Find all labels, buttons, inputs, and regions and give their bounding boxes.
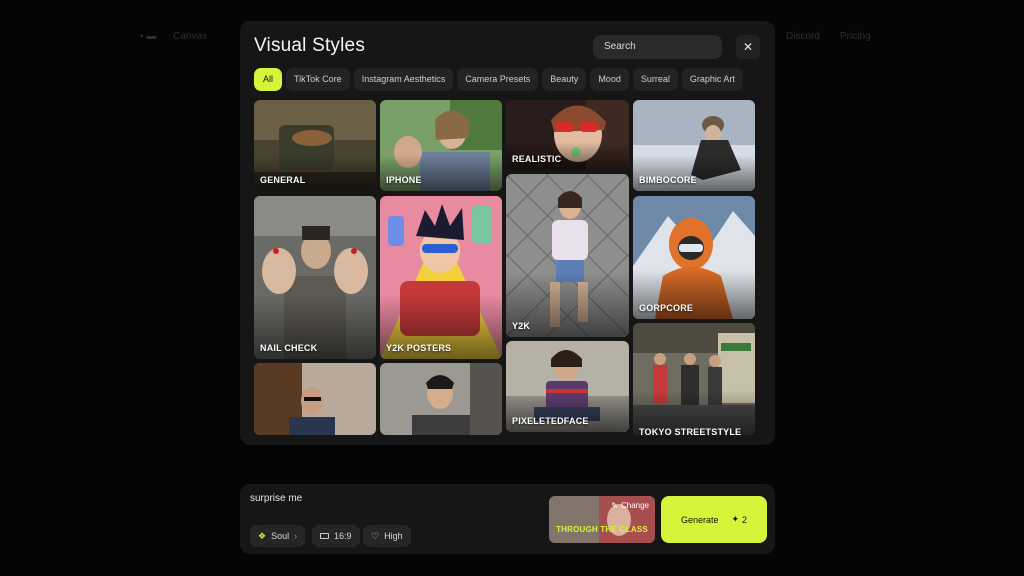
prompt-input[interactable]: surprise me	[250, 493, 302, 504]
quality-label: High	[384, 531, 403, 541]
style-card-pixeletedface[interactable]: PIXELETEDFACE	[506, 341, 629, 432]
filter-chip-surreal[interactable]: Surreal	[632, 68, 678, 91]
selected-style-thumbnail[interactable]: ✎ Change THROUGH THE GLASS	[549, 496, 655, 543]
filter-chip-camera-presets[interactable]: Camera Presets	[457, 68, 539, 91]
style-label: GENERAL	[260, 175, 306, 185]
style-card-y2k[interactable]: Y2K	[506, 174, 629, 337]
change-label: Change	[620, 501, 649, 510]
aspect-ratio-label: 16:9	[334, 531, 352, 541]
style-label: PIXELETEDFACE	[512, 416, 589, 426]
style-label: Y2K	[512, 321, 531, 331]
filter-chip-all[interactable]: All	[254, 68, 283, 91]
style-card-general[interactable]: GENERAL	[254, 100, 376, 191]
close-icon: ✕	[742, 40, 754, 54]
chevron-right-icon: ›	[294, 531, 298, 541]
model-label: Soul	[271, 531, 290, 541]
quality-selector[interactable]: ♡ High	[363, 525, 411, 547]
style-card-bimbocore[interactable]: BIMBOCORE	[633, 100, 755, 191]
bg-nav-left: ▪ ▬ Canvas	[140, 31, 207, 42]
sparkle-icon: ✦	[731, 514, 740, 524]
bg-logo: ▪ ▬	[140, 31, 157, 42]
style-card-portrait-street[interactable]	[380, 363, 502, 435]
filter-chip-instagram-aesthetics[interactable]: Instagram Aesthetics	[353, 68, 454, 91]
style-label: Y2K POSTERS	[386, 343, 452, 353]
street-portrait-image	[380, 363, 502, 435]
search-input[interactable]: Search	[593, 35, 722, 59]
filter-chip-tiktok-core[interactable]: TikTok Core	[286, 68, 350, 91]
selected-style-label: THROUGH THE GLASS	[556, 525, 648, 534]
bg-nav-pricing: Pricing	[840, 31, 871, 42]
tile-shade	[380, 154, 502, 191]
generate-label: Generate	[680, 514, 719, 525]
tile-shade	[506, 395, 629, 432]
style-label: IPHONE	[386, 175, 422, 185]
style-card-portrait-sunglasses[interactable]	[254, 363, 376, 435]
tile-shade	[254, 154, 376, 191]
bg-nav-discord: Discord	[786, 31, 820, 42]
style-label: NAIL CHECK	[260, 343, 318, 353]
soul-icon: ❖	[258, 531, 267, 541]
portrait-image	[254, 363, 376, 435]
filter-chip-mood[interactable]: Mood	[590, 68, 629, 91]
pencil-icon: ✎	[611, 501, 618, 510]
generate-button[interactable]: Generate ✦ 2	[661, 496, 767, 543]
style-card-iphone[interactable]: IPHONE	[380, 100, 502, 191]
style-label: GORPCORE	[639, 303, 694, 313]
bg-nav-canvas: Canvas	[173, 31, 208, 42]
modal-title: Visual Styles	[254, 35, 366, 56]
style-card-gorpcore[interactable]: GORPCORE	[633, 196, 755, 319]
style-label: TOKYO STREETSTYLE	[639, 427, 742, 435]
filter-chip-graphic-art[interactable]: Graphic Art	[681, 68, 743, 91]
filter-chips: All TikTok Core Instagram Aesthetics Cam…	[254, 68, 743, 91]
model-selector[interactable]: ❖ Soul ›	[250, 525, 306, 547]
change-style-button[interactable]: ✎ Change	[611, 501, 649, 510]
style-label: BIMBOCORE	[639, 175, 697, 185]
filter-chip-beauty[interactable]: Beauty	[542, 68, 587, 91]
style-card-realistic[interactable]: REALISTIC	[506, 100, 629, 170]
style-label: REALISTIC	[512, 154, 562, 164]
visual-styles-modal: Visual Styles Search ✕ All TikTok Core I…	[240, 21, 775, 445]
style-card-nail-check[interactable]: NAIL CHECK	[254, 196, 376, 359]
prompt-bar: surprise me ❖ Soul › 16:9 ♡ High ✎ Chang…	[240, 484, 775, 554]
aspect-ratio-icon	[320, 533, 329, 539]
heart-icon: ♡	[371, 531, 380, 541]
style-card-tokyo-streetstyle[interactable]: TOKYO STREETSTYLE	[633, 323, 755, 435]
style-card-y2k-posters[interactable]: Y2K POSTERS	[380, 196, 502, 359]
close-button[interactable]: ✕	[736, 35, 760, 59]
generate-cost: 2	[742, 514, 748, 525]
tile-shade	[633, 154, 755, 191]
aspect-ratio-selector[interactable]: 16:9	[312, 525, 360, 547]
